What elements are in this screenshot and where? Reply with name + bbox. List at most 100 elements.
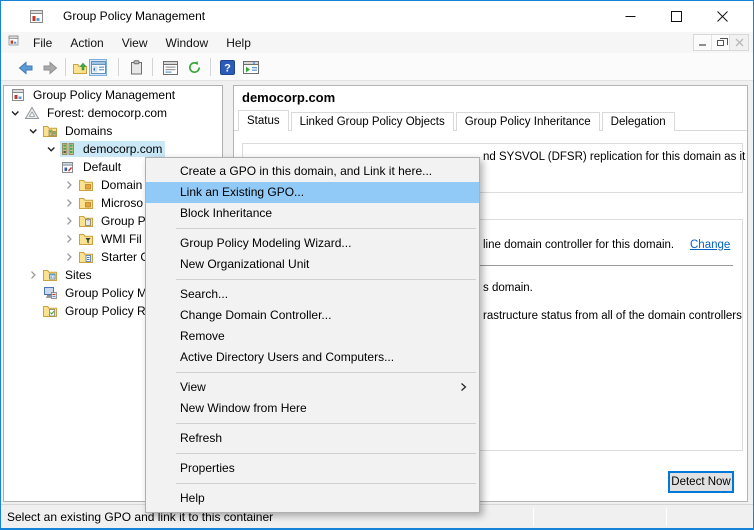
tree-item-label: Group P — [98, 213, 149, 229]
tab-linked-group-policy-objects[interactable]: Linked Group Policy Objects — [291, 112, 454, 131]
menu-item-ad-users-and-computers[interactable]: Active Directory Users and Computers... — [146, 347, 479, 368]
menu-item-properties[interactable]: Properties — [146, 458, 479, 479]
menu-item-gp-modeling-wizard[interactable]: Group Policy Modeling Wizard... — [146, 233, 479, 254]
tree-item-group-policy-management[interactable]: Group Policy Management — [4, 86, 222, 104]
tree-item-democorp-domain[interactable]: democorp.com — [4, 140, 222, 158]
gpmc-scroll-icon — [10, 87, 26, 103]
menu-item-help[interactable]: Help — [146, 488, 479, 509]
folder-icon — [78, 177, 94, 193]
gpo-icon — [60, 159, 76, 175]
refresh-icon[interactable] — [185, 59, 203, 76]
toolbar: ? — [1, 53, 753, 81]
up-one-level-icon[interactable] — [71, 59, 89, 76]
chevron-expanded-icon[interactable] — [6, 105, 24, 121]
back-icon[interactable] — [17, 59, 35, 76]
menu-separator — [176, 279, 476, 280]
menu-item-view[interactable]: View — [146, 377, 479, 398]
gpo-folder-icon — [78, 213, 94, 229]
chevron-collapsed-icon[interactable] — [60, 231, 78, 247]
folder-icon — [78, 195, 94, 211]
menu-separator — [176, 228, 476, 229]
menu-window[interactable]: Window — [157, 34, 218, 52]
tree-item-label: Microso — [98, 195, 146, 211]
export-list-icon[interactable] — [161, 59, 179, 76]
selected-tree-row: democorp.com — [60, 141, 165, 157]
mdi-restore-button[interactable] — [712, 35, 730, 50]
menu-separator — [176, 483, 476, 484]
replication-text-fragment: nd SYSVOL (DFSR) replication for this do… — [483, 151, 745, 163]
mdi-window-controls — [693, 34, 749, 51]
menu-item-block-inheritance[interactable]: Block Inheritance — [146, 203, 479, 224]
tree-item-label: Group Policy R — [62, 303, 149, 319]
chevron-expanded-icon[interactable] — [42, 141, 60, 157]
menu-item-refresh[interactable]: Refresh — [146, 428, 479, 449]
mdi-minimize-button[interactable] — [694, 35, 712, 50]
sites-folder-icon — [42, 267, 58, 283]
tree-item-label: WMI Fil — [98, 231, 145, 247]
infrastructure-text-fragment: rastructure status from all of the domai… — [483, 310, 742, 322]
gpmc-app-icon — [28, 8, 46, 30]
forward-icon — [41, 59, 59, 76]
domain-icon — [60, 141, 76, 157]
tree-item-label: Sites — [62, 267, 95, 283]
menu-item-new-window-from-here[interactable]: New Window from Here — [146, 398, 479, 419]
window-title: Group Policy Management — [63, 1, 205, 32]
gp-modeling-icon — [42, 285, 58, 301]
menu-item-link-existing-gpo[interactable]: Link an Existing GPO... — [146, 182, 479, 203]
menu-bar: File Action View Window Help — [1, 32, 753, 53]
taskpad-window-icon[interactable] — [242, 59, 260, 76]
tree-item-forest-democorp[interactable]: Forest: democorp.com — [4, 104, 222, 122]
gp-results-icon — [42, 303, 58, 319]
help-icon[interactable]: ? — [218, 59, 236, 76]
starter-gpos-folder-icon — [78, 249, 94, 265]
tree-item-label: Group Policy Management — [30, 87, 178, 103]
gpmc-window: Group Policy Management File Action View… — [0, 0, 754, 530]
tab-delegation[interactable]: Delegation — [602, 112, 675, 131]
svg-text:?: ? — [224, 63, 231, 75]
chevron-collapsed-icon[interactable] — [60, 213, 78, 229]
menu-item-new-organizational-unit[interactable]: New Organizational Unit — [146, 254, 479, 275]
wmi-filters-folder-icon — [78, 231, 94, 247]
page-title: democorp.com — [242, 90, 335, 105]
menu-file[interactable]: File — [24, 34, 61, 52]
toolbar-separator — [65, 58, 66, 76]
menu-item-change-domain-controller[interactable]: Change Domain Controller... — [146, 305, 479, 326]
menu-separator — [176, 423, 476, 424]
tree-item-label: Group Policy M — [62, 285, 150, 301]
console-tree-toggle-icon[interactable] — [89, 59, 107, 76]
chevron-collapsed-icon[interactable] — [60, 195, 78, 211]
chevron-collapsed-icon[interactable] — [60, 177, 78, 193]
forest-icon — [24, 105, 40, 121]
tab-status[interactable]: Status — [238, 110, 289, 131]
toolbar-separator — [210, 58, 211, 76]
menu-action[interactable]: Action — [61, 34, 112, 52]
chevron-collapsed-icon[interactable] — [24, 267, 42, 283]
status-bar-separator — [533, 508, 534, 526]
status-bar-separator — [666, 508, 667, 526]
minimize-button[interactable] — [607, 1, 653, 31]
tree-item-domains[interactable]: Domains — [4, 122, 222, 140]
tree-item-label: Default — [80, 159, 124, 175]
tab-strip: Status Linked Group Policy Objects Group… — [238, 110, 677, 131]
clipboard-icon[interactable] — [127, 59, 145, 76]
maximize-button[interactable] — [653, 1, 699, 31]
domain-text-fragment: s domain. — [483, 282, 533, 294]
chevron-expanded-icon[interactable] — [24, 123, 42, 139]
detect-now-button[interactable]: Detect Now — [668, 471, 734, 493]
change-link[interactable]: Change — [690, 239, 730, 251]
title-bar: Group Policy Management — [1, 1, 753, 32]
menu-help[interactable]: Help — [217, 34, 260, 52]
close-button[interactable] — [699, 1, 745, 31]
menu-item-label: View — [180, 380, 206, 394]
tree-item-label: Forest: democorp.com — [44, 105, 170, 121]
menu-view[interactable]: View — [113, 34, 157, 52]
menu-separator — [176, 372, 476, 373]
menu-item-search[interactable]: Search... — [146, 284, 479, 305]
chevron-collapsed-icon[interactable] — [60, 249, 78, 265]
tree-item-label: Domains — [62, 123, 115, 139]
mdi-close-button-disabled — [730, 35, 748, 50]
menu-item-create-gpo-and-link[interactable]: Create a GPO in this domain, and Link it… — [146, 161, 479, 182]
menu-item-remove[interactable]: Remove — [146, 326, 479, 347]
tab-group-policy-inheritance[interactable]: Group Policy Inheritance — [456, 112, 600, 131]
baseline-dc-text-fragment: line domain controller for this domain. — [483, 239, 674, 251]
